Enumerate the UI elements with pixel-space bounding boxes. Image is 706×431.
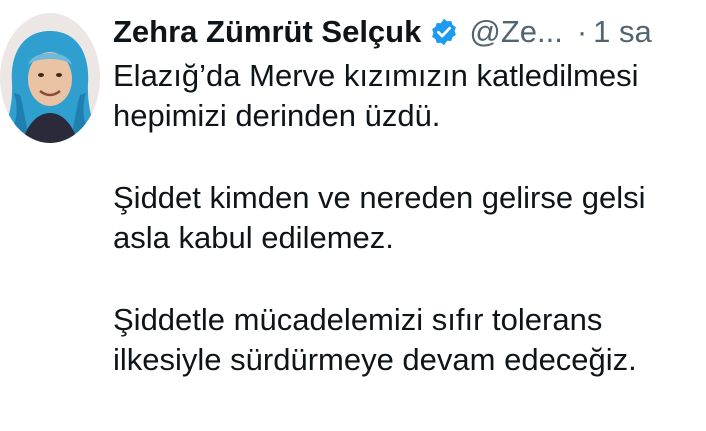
tweet-paragraph: Şiddetle mücadelemizi sıfır tolerans ilk… [113, 300, 706, 380]
tweet-line: hepimizi derinden üzdü. [113, 98, 441, 133]
tweet-timestamp[interactable]: 1 sa [593, 14, 652, 50]
tweet-line: Şiddet kimden ve nereden gelirse gelsi [113, 180, 646, 215]
verified-badge-icon [429, 17, 459, 47]
tweet-paragraph: Elazığ’da Merve kızımızın katledilmesi h… [113, 56, 706, 136]
author-handle[interactable]: @Ze... [469, 14, 562, 50]
tweet-line: asla kabul edilemez. [113, 220, 394, 255]
tweet-line: Şiddetle mücadelemizi sıfır tolerans [113, 302, 603, 337]
tweet-header: Zehra Zümrüt Selçuk @Ze... · 1 sa [113, 10, 703, 54]
tweet-text: Elazığ’da Merve kızımızın katledilmesi h… [113, 56, 706, 422]
author-name[interactable]: Zehra Zümrüt Selçuk [113, 14, 421, 50]
tweet-paragraph: Şiddet kimden ve nereden gelirse gelsi a… [113, 178, 706, 258]
separator-dot: · [576, 14, 588, 49]
avatar[interactable] [0, 13, 100, 143]
tweet-line: ilkesiyle sürdürmeye devam edeceğiz. [113, 342, 637, 377]
tweet-line: Elazığ’da Merve kızımızın katledilmesi [113, 58, 639, 93]
